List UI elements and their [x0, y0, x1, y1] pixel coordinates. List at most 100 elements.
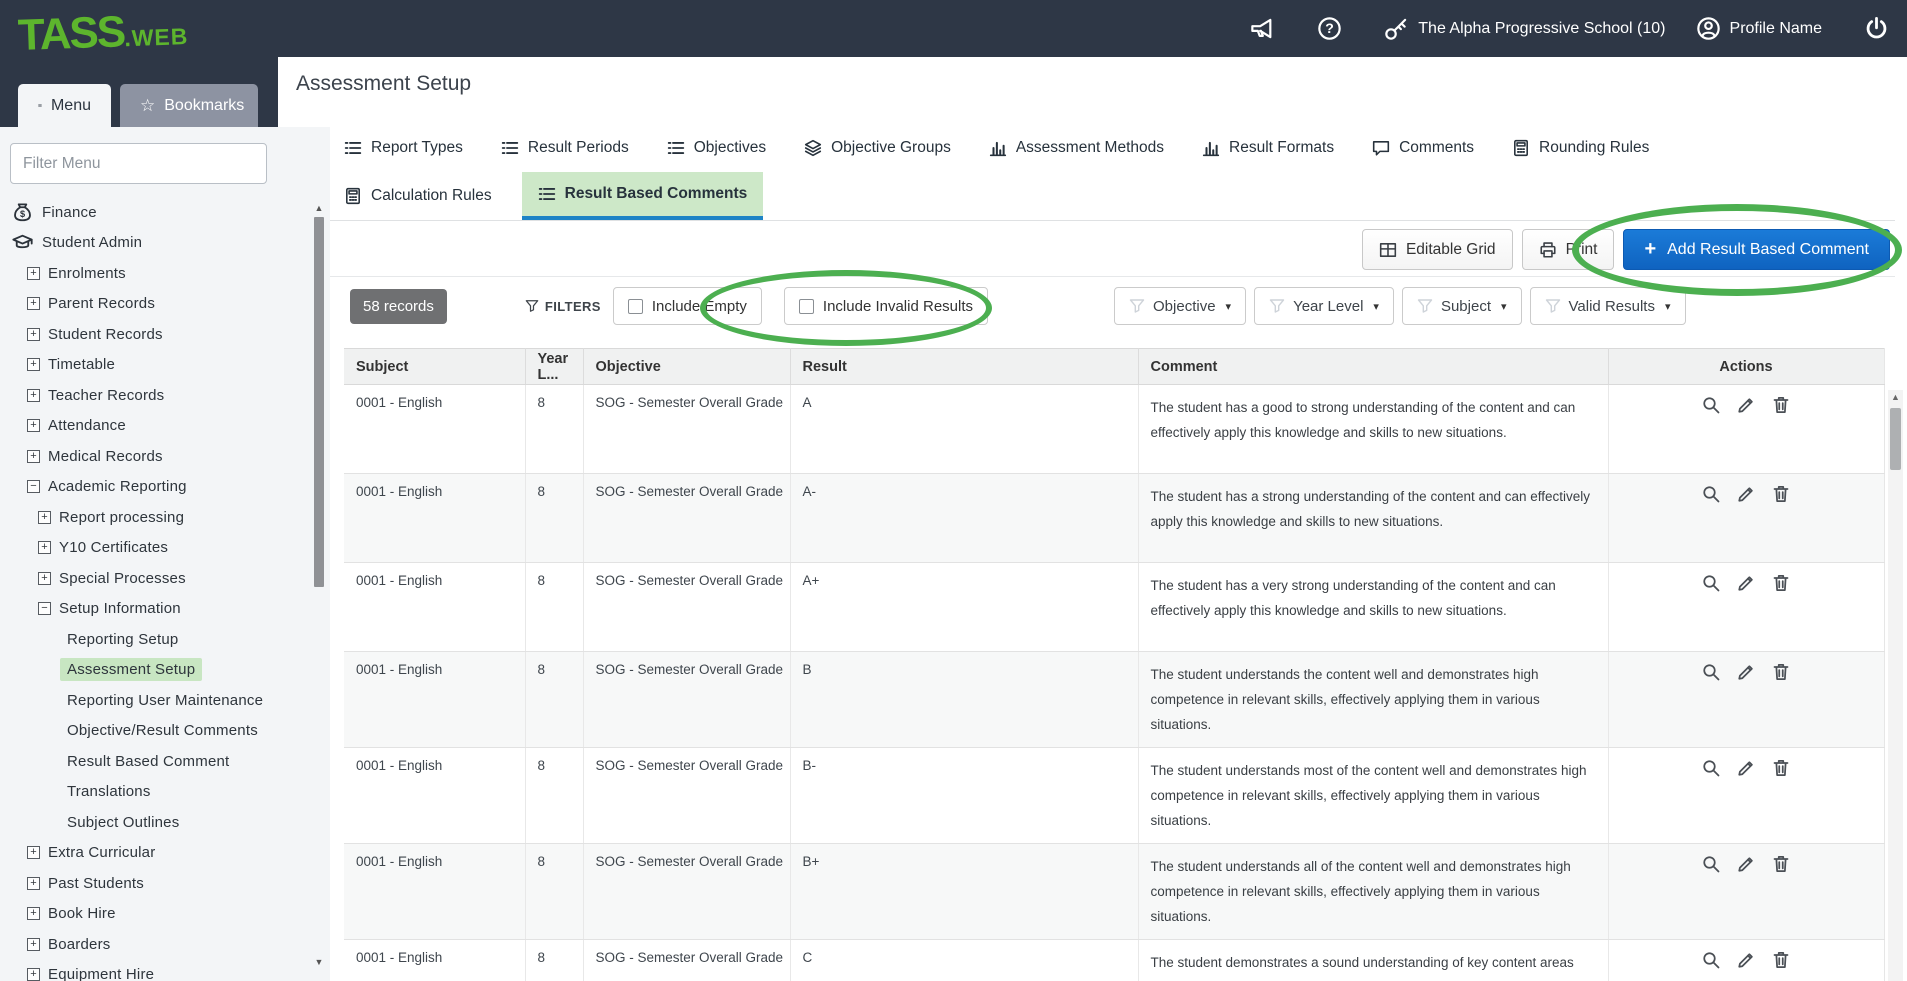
sidebar-item[interactable]: + Teacher Records [0, 380, 312, 411]
expander-icon[interactable]: − [27, 480, 40, 493]
edit-pencil-icon[interactable] [1736, 395, 1756, 415]
expander-icon[interactable]: + [27, 389, 40, 402]
tab[interactable]: Result Based Comments [522, 172, 764, 220]
logout-power-icon[interactable] [1864, 16, 1889, 41]
sidebar-item[interactable]: + Attendance [0, 411, 312, 442]
expander-icon[interactable]: + [27, 328, 40, 341]
expander-icon[interactable]: + [27, 907, 40, 920]
print-button[interactable]: Print [1522, 229, 1615, 270]
sidebar-scroll-down-icon[interactable]: ▼ [313, 957, 325, 967]
sidebar-item[interactable]: Objective/Result Comments [0, 716, 312, 747]
tab[interactable]: Calculation Rules [344, 187, 492, 205]
delete-trash-icon[interactable] [1771, 484, 1791, 504]
expander-icon[interactable]: + [27, 938, 40, 951]
expander-icon[interactable]: + [27, 877, 40, 890]
table-scrollbar-thumb[interactable] [1890, 408, 1901, 470]
tab-menu[interactable]: Menu [18, 84, 111, 127]
expander-icon[interactable]: + [27, 450, 40, 463]
view-search-icon[interactable] [1701, 484, 1721, 504]
profile-menu[interactable]: Profile Name [1696, 16, 1822, 41]
help-icon[interactable]: ? [1317, 16, 1342, 41]
tab[interactable]: Comments [1372, 139, 1474, 157]
sidebar-item[interactable]: + Student Records [0, 319, 312, 350]
expander-icon[interactable]: + [38, 572, 51, 585]
include-empty-checkbox[interactable]: Include Empty [613, 287, 762, 325]
expander-icon[interactable]: + [38, 541, 51, 554]
view-search-icon[interactable] [1701, 395, 1721, 415]
sidebar-item[interactable]: Subject Outlines [0, 807, 312, 838]
valid-results-filter-dropdown[interactable]: Valid Results ▾ [1530, 287, 1686, 325]
delete-trash-icon[interactable] [1771, 950, 1791, 970]
editable-grid-button[interactable]: Editable Grid [1362, 229, 1513, 270]
delete-trash-icon[interactable] [1771, 854, 1791, 874]
tab[interactable]: Objectives [667, 139, 766, 157]
checkbox-icon[interactable] [628, 299, 643, 314]
expander-icon[interactable]: + [27, 968, 40, 981]
sidebar-item[interactable]: + Parent Records [0, 289, 312, 320]
sidebar-item[interactable]: + Y10 Certificates [0, 533, 312, 564]
edit-pencil-icon[interactable] [1736, 573, 1756, 593]
sidebar-item[interactable]: + Equipment Hire [0, 960, 312, 981]
sidebar-item[interactable]: Reporting Setup [0, 624, 312, 655]
sidebar-item[interactable]: + Timetable [0, 350, 312, 381]
view-search-icon[interactable] [1701, 854, 1721, 874]
sidebar-item[interactable]: + Special Processes [0, 563, 312, 594]
sidebar-item[interactable]: + Book Hire [0, 899, 312, 930]
sidebar-item[interactable]: Result Based Comment [0, 746, 312, 777]
col-objective[interactable]: Objective [583, 349, 790, 385]
edit-pencil-icon[interactable] [1736, 854, 1756, 874]
col-year-level[interactable]: Year L... [525, 349, 583, 385]
delete-trash-icon[interactable] [1771, 662, 1791, 682]
sidebar-item[interactable]: + Medical Records [0, 441, 312, 472]
delete-trash-icon[interactable] [1771, 573, 1791, 593]
table-scroll-up-icon[interactable]: ▲ [1888, 392, 1903, 402]
view-search-icon[interactable] [1701, 662, 1721, 682]
sidebar-item[interactable]: − Academic Reporting [0, 472, 312, 503]
tab[interactable]: Assessment Methods [989, 139, 1164, 157]
col-result[interactable]: Result [790, 349, 1138, 385]
megaphone-icon[interactable] [1250, 16, 1275, 41]
expander-icon[interactable]: − [38, 602, 51, 615]
objective-filter-dropdown[interactable]: Objective ▾ [1114, 287, 1246, 325]
expander-icon[interactable]: + [27, 297, 40, 310]
delete-trash-icon[interactable] [1771, 395, 1791, 415]
sidebar-scroll-up-icon[interactable]: ▲ [313, 203, 325, 213]
expander-icon[interactable]: + [27, 419, 40, 432]
col-subject[interactable]: Subject [344, 349, 525, 385]
edit-pencil-icon[interactable] [1736, 758, 1756, 778]
delete-trash-icon[interactable] [1771, 758, 1791, 778]
table-scrollbar-track[interactable] [1888, 390, 1903, 981]
view-search-icon[interactable] [1701, 950, 1721, 970]
edit-pencil-icon[interactable] [1736, 950, 1756, 970]
subject-filter-dropdown[interactable]: Subject ▾ [1402, 287, 1522, 325]
add-result-based-comment-button[interactable]: + Add Result Based Comment [1623, 229, 1890, 270]
tab[interactable]: Result Periods [501, 139, 629, 157]
edit-pencil-icon[interactable] [1736, 662, 1756, 682]
year-level-filter-dropdown[interactable]: Year Level ▾ [1254, 287, 1394, 325]
checkbox-icon[interactable] [799, 299, 814, 314]
view-search-icon[interactable] [1701, 758, 1721, 778]
tab-bookmarks[interactable]: ☆ Bookmarks [120, 84, 258, 127]
sidebar-item[interactable]: $ Finance [0, 197, 312, 228]
sidebar-item[interactable]: Assessment Setup [0, 655, 312, 686]
sidebar-item[interactable]: Translations [0, 777, 312, 808]
sidebar-item[interactable]: Reporting User Maintenance [0, 685, 312, 716]
sidebar-item[interactable]: + Extra Curricular [0, 838, 312, 869]
tab[interactable]: Result Formats [1202, 139, 1334, 157]
sidebar-item[interactable]: − Setup Information [0, 594, 312, 625]
tab[interactable]: Rounding Rules [1512, 139, 1649, 157]
edit-pencil-icon[interactable] [1736, 484, 1756, 504]
expander-icon[interactable]: + [27, 267, 40, 280]
sidebar-scrollbar-thumb[interactable] [314, 217, 324, 587]
view-search-icon[interactable] [1701, 573, 1721, 593]
expander-icon[interactable]: + [27, 358, 40, 371]
tab[interactable]: Objective Groups [804, 139, 951, 157]
school-selector[interactable]: The Alpha Progressive School (10) [1384, 16, 1665, 41]
filter-menu-input[interactable] [10, 143, 267, 184]
sidebar-item[interactable]: + Report processing [0, 502, 312, 533]
sidebar-item[interactable]: + Enrolments [0, 258, 312, 289]
tab[interactable]: Report Types [344, 139, 463, 157]
sidebar-item[interactable]: + Past Students [0, 868, 312, 899]
expander-icon[interactable]: + [38, 511, 51, 524]
sidebar-item[interactable]: + Boarders [0, 929, 312, 960]
